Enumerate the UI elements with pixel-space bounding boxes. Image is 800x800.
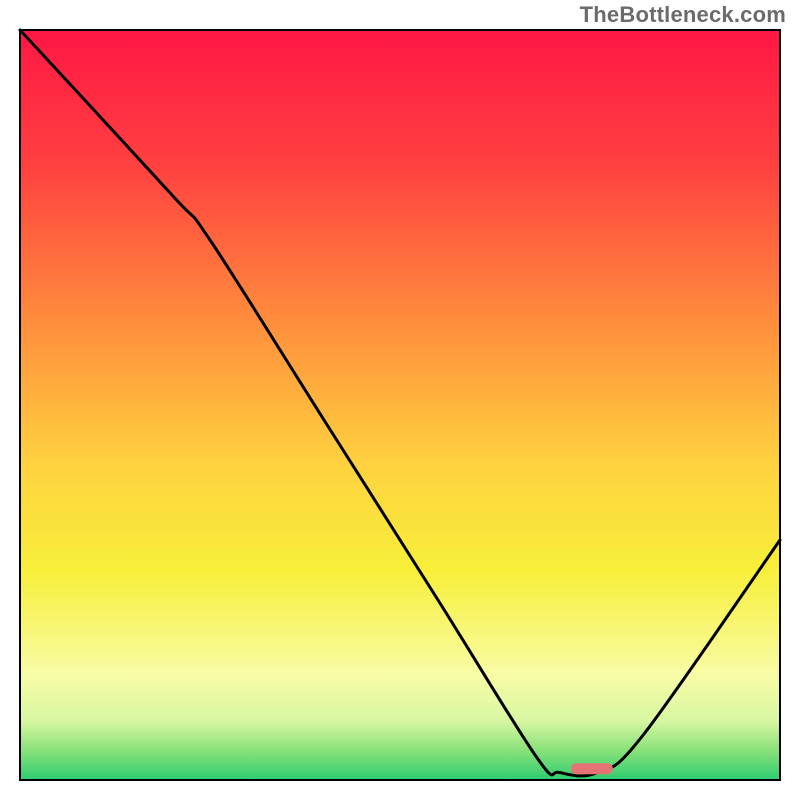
marker-bar: [571, 763, 613, 774]
bottleneck-chart: [0, 0, 800, 800]
plot-background: [20, 30, 780, 780]
watermark-text: TheBottleneck.com: [580, 2, 786, 28]
chart-container: TheBottleneck.com: [0, 0, 800, 800]
